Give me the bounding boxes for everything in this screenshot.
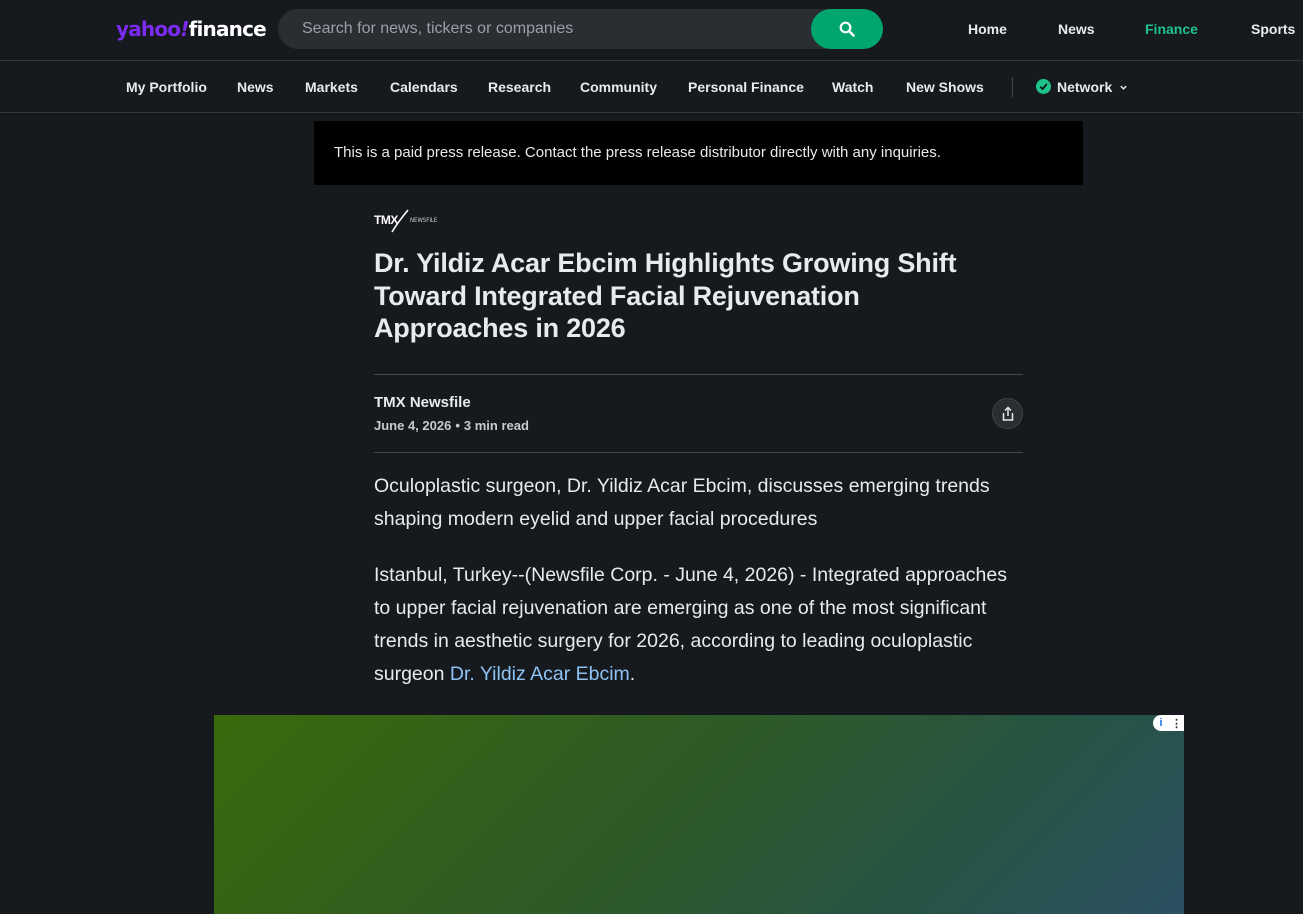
top-nav-sports[interactable]: Sports (1251, 0, 1295, 60)
tmx-swoosh-icon (391, 209, 409, 233)
logo-brand: yahoo (116, 17, 181, 41)
byline-divider-top (374, 374, 1023, 375)
article-author[interactable]: TMX Newsfile (374, 394, 471, 411)
top-nav-home[interactable]: Home (968, 0, 1007, 60)
logo-bang: ! (180, 17, 189, 41)
top-bar: yahoo!finance Home News Finance Sports (0, 0, 1303, 61)
sub-nav-my-portfolio[interactable]: My Portfolio (126, 62, 207, 112)
sub-nav-markets[interactable]: Markets (305, 62, 358, 112)
article-subheadline: Oculoplastic surgeon, Dr. Yildiz Acar Eb… (374, 475, 990, 530)
article-paragraph: Istanbul, Turkey--(Newsfile Corp. - June… (374, 559, 1024, 691)
top-nav-finance[interactable]: Finance (1145, 0, 1198, 60)
surgeon-link[interactable]: Dr. Yildiz Acar Ebcim (450, 663, 630, 685)
article-date: June 4, 2026 (374, 418, 452, 433)
sub-nav-community[interactable]: Community (580, 62, 657, 112)
byline-divider-bottom (374, 452, 1023, 453)
sub-nav: My Portfolio News Markets Calendars Rese… (0, 62, 1303, 113)
share-button[interactable] (992, 398, 1023, 429)
article-read-time: 3 min read (463, 418, 529, 433)
yahoo-finance-logo[interactable]: yahoo!finance (116, 14, 267, 44)
ad-more-icon[interactable]: ⋮ (1169, 715, 1184, 731)
article-meta: June 4, 2026 • 3 min read (374, 418, 529, 433)
sub-nav-personal-finance[interactable]: Personal Finance (688, 62, 804, 112)
ad-info-icon[interactable]: i (1153, 715, 1169, 731)
advertisement[interactable]: i ⋮ (214, 715, 1184, 914)
meta-separator: • (455, 418, 460, 433)
paragraph-end: . (629, 663, 636, 685)
sub-nav-calendars[interactable]: Calendars (390, 62, 458, 112)
sub-nav-network[interactable]: Network (1057, 62, 1128, 112)
sub-nav-research[interactable]: Research (488, 62, 551, 112)
search-input[interactable] (278, 9, 810, 49)
search-button[interactable] (811, 9, 883, 49)
provider-logo[interactable]: TMX NEWSFILE (374, 208, 444, 234)
network-icon (1036, 79, 1051, 94)
search-icon (839, 21, 855, 37)
search-bar (278, 9, 883, 49)
network-label: Network (1057, 79, 1113, 95)
notice-text: This is a paid press release. Contact th… (334, 144, 941, 161)
sub-nav-watch[interactable]: Watch (832, 62, 873, 112)
logo-product: finance (188, 17, 267, 41)
paid-press-release-notice: This is a paid press release. Contact th… (314, 121, 1083, 185)
share-icon (1002, 405, 1013, 421)
article-headline: Dr. Yildiz Acar Ebcim Highlights Growing… (374, 248, 957, 343)
top-nav-news[interactable]: News (1058, 0, 1095, 60)
sub-nav-new-shows[interactable]: New Shows (906, 62, 984, 112)
sub-nav-news[interactable]: News (237, 62, 274, 112)
sub-nav-divider (1012, 77, 1013, 97)
ad-controls: i ⋮ (1153, 715, 1184, 731)
provider-logo-sub: NEWSFILE (410, 217, 438, 224)
chevron-down-icon (1120, 85, 1127, 90)
